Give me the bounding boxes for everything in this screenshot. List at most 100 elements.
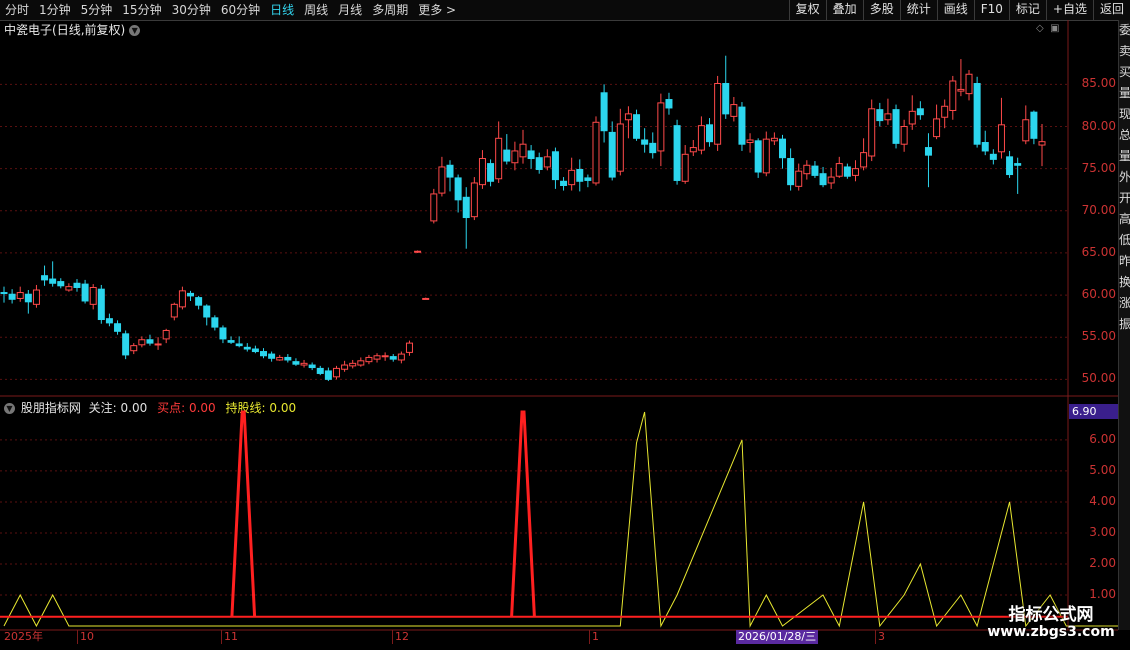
hold-line-value: 持股线: 0.00 xyxy=(225,401,297,415)
period-tab[interactable]: 分时 xyxy=(0,0,34,20)
indicator-tick-label: 3.00 xyxy=(1089,524,1116,539)
candle-body xyxy=(754,140,762,173)
period-tab[interactable]: 15分钟 xyxy=(117,0,166,20)
tool-button[interactable]: 多股 xyxy=(862,0,900,20)
candle-body xyxy=(941,105,949,118)
candle-body xyxy=(446,164,454,178)
period-tab[interactable]: 1分钟 xyxy=(34,0,76,20)
candle-body xyxy=(843,166,851,177)
candle-body xyxy=(714,83,722,145)
candle-body xyxy=(381,355,389,358)
candle-body xyxy=(1038,141,1046,146)
candle-body xyxy=(965,73,973,95)
restore-window-icon[interactable]: ▣ xyxy=(1050,23,1059,34)
candle-body xyxy=(187,292,195,297)
tool-button[interactable]: 返回 xyxy=(1092,0,1130,20)
candle-body xyxy=(41,275,49,281)
candle-body xyxy=(616,123,624,172)
focus-value: 关注: 0.00 xyxy=(88,401,148,415)
candle-body xyxy=(276,356,284,361)
candle-body xyxy=(835,163,843,177)
candle-body xyxy=(811,165,819,176)
candle-body xyxy=(300,362,308,366)
tool-button[interactable]: 标记 xyxy=(1008,0,1046,20)
candle-body xyxy=(689,147,697,153)
candle-body xyxy=(568,169,576,186)
indicator-tick-label: 6.00 xyxy=(1089,431,1116,446)
main-chart-title: 中瓷电子(日线,前复权) ▼ xyxy=(4,21,141,38)
period-tab[interactable]: 更多 > xyxy=(413,0,461,20)
indicator-name: 股朋指标网 xyxy=(20,401,81,415)
date-tick-label: 12 xyxy=(395,630,409,643)
candle-body xyxy=(73,282,81,288)
candle-body xyxy=(405,342,413,353)
date-tick-label: 10 xyxy=(80,630,94,643)
candle-body xyxy=(260,351,267,357)
quote-label-char: 总 xyxy=(1119,128,1130,142)
candle-body xyxy=(819,173,827,186)
candle-body xyxy=(8,293,16,300)
stock-name: 中瓷电子 xyxy=(4,23,53,37)
date-tick-mark xyxy=(77,630,78,644)
quote-label-char: 开 xyxy=(1119,191,1130,205)
candle-body xyxy=(511,150,519,164)
tool-button[interactable]: 叠加 xyxy=(825,0,863,20)
candle-body xyxy=(65,286,73,291)
candle-body xyxy=(470,182,478,218)
candle-body xyxy=(1030,111,1038,139)
candle-body xyxy=(487,163,495,182)
candle-body xyxy=(324,370,332,380)
candle-body xyxy=(462,196,470,219)
chevron-down-icon[interactable]: ▼ xyxy=(129,25,141,36)
date-tick-label: 2025年 xyxy=(4,630,43,643)
tool-button[interactable]: 复权 xyxy=(788,0,826,20)
period-tab[interactable]: 月线 xyxy=(333,0,367,20)
candle-body xyxy=(495,137,503,180)
period-tab[interactable]: 多周期 xyxy=(367,0,413,20)
candle-body xyxy=(349,362,357,367)
period-tab[interactable]: 60分钟 xyxy=(216,0,265,20)
tool-button[interactable]: +自选 xyxy=(1045,0,1093,20)
candle-body xyxy=(649,142,657,154)
tool-button[interactable]: 统计 xyxy=(899,0,937,20)
date-tick-mark xyxy=(589,630,590,644)
candle-body xyxy=(16,292,24,299)
period-tab[interactable]: 30分钟 xyxy=(167,0,216,20)
quote-label-char: 昨 xyxy=(1119,254,1130,268)
candle-body xyxy=(284,356,292,361)
chart-tools: 复权 叠加 多股 统计 画线 F10 标记 +自选 返回 xyxy=(788,0,1130,20)
quote-label-char: 买 xyxy=(1119,65,1130,79)
candle-body xyxy=(251,348,259,353)
period-tab[interactable]: 周线 xyxy=(299,0,333,20)
candle-body xyxy=(1022,119,1030,142)
period-tab[interactable]: 日线 xyxy=(265,0,299,20)
period-tabs: 分时 1分钟 5分钟 15分钟 30分钟 60分钟 日线 周线 月线 多周期 更多 > xyxy=(0,0,461,20)
period-tab[interactable]: 5分钟 xyxy=(76,0,118,20)
candle-body xyxy=(892,109,900,144)
candle-body xyxy=(949,80,957,111)
tool-button[interactable]: F10 xyxy=(973,0,1009,20)
candle-body xyxy=(341,364,349,370)
buy-point-spike xyxy=(230,410,257,617)
candle-body xyxy=(851,168,859,176)
quote-label-char: 量 xyxy=(1119,149,1130,163)
candle-body xyxy=(422,297,430,300)
indicator-tick-label: 5.00 xyxy=(1089,462,1116,477)
buy-point-spike xyxy=(510,410,536,617)
candle-body xyxy=(316,367,324,374)
candle-body xyxy=(633,114,641,139)
candle-body xyxy=(746,139,754,144)
candle-body xyxy=(332,367,340,378)
diamond-icon[interactable]: ◇ xyxy=(1036,23,1044,34)
indicator-max-badge: 6.90 xyxy=(1069,404,1122,419)
candle-body xyxy=(787,158,795,186)
tool-button[interactable]: 画线 xyxy=(936,0,974,20)
candle-body xyxy=(219,327,227,340)
chevron-down-icon[interactable]: ▼ xyxy=(4,403,15,414)
candle-body xyxy=(414,250,422,253)
date-tick-label: 11 xyxy=(224,630,238,643)
candle-body xyxy=(997,124,1005,153)
candle-body xyxy=(178,290,186,308)
candle-body xyxy=(138,339,146,346)
candle-body xyxy=(438,166,446,194)
